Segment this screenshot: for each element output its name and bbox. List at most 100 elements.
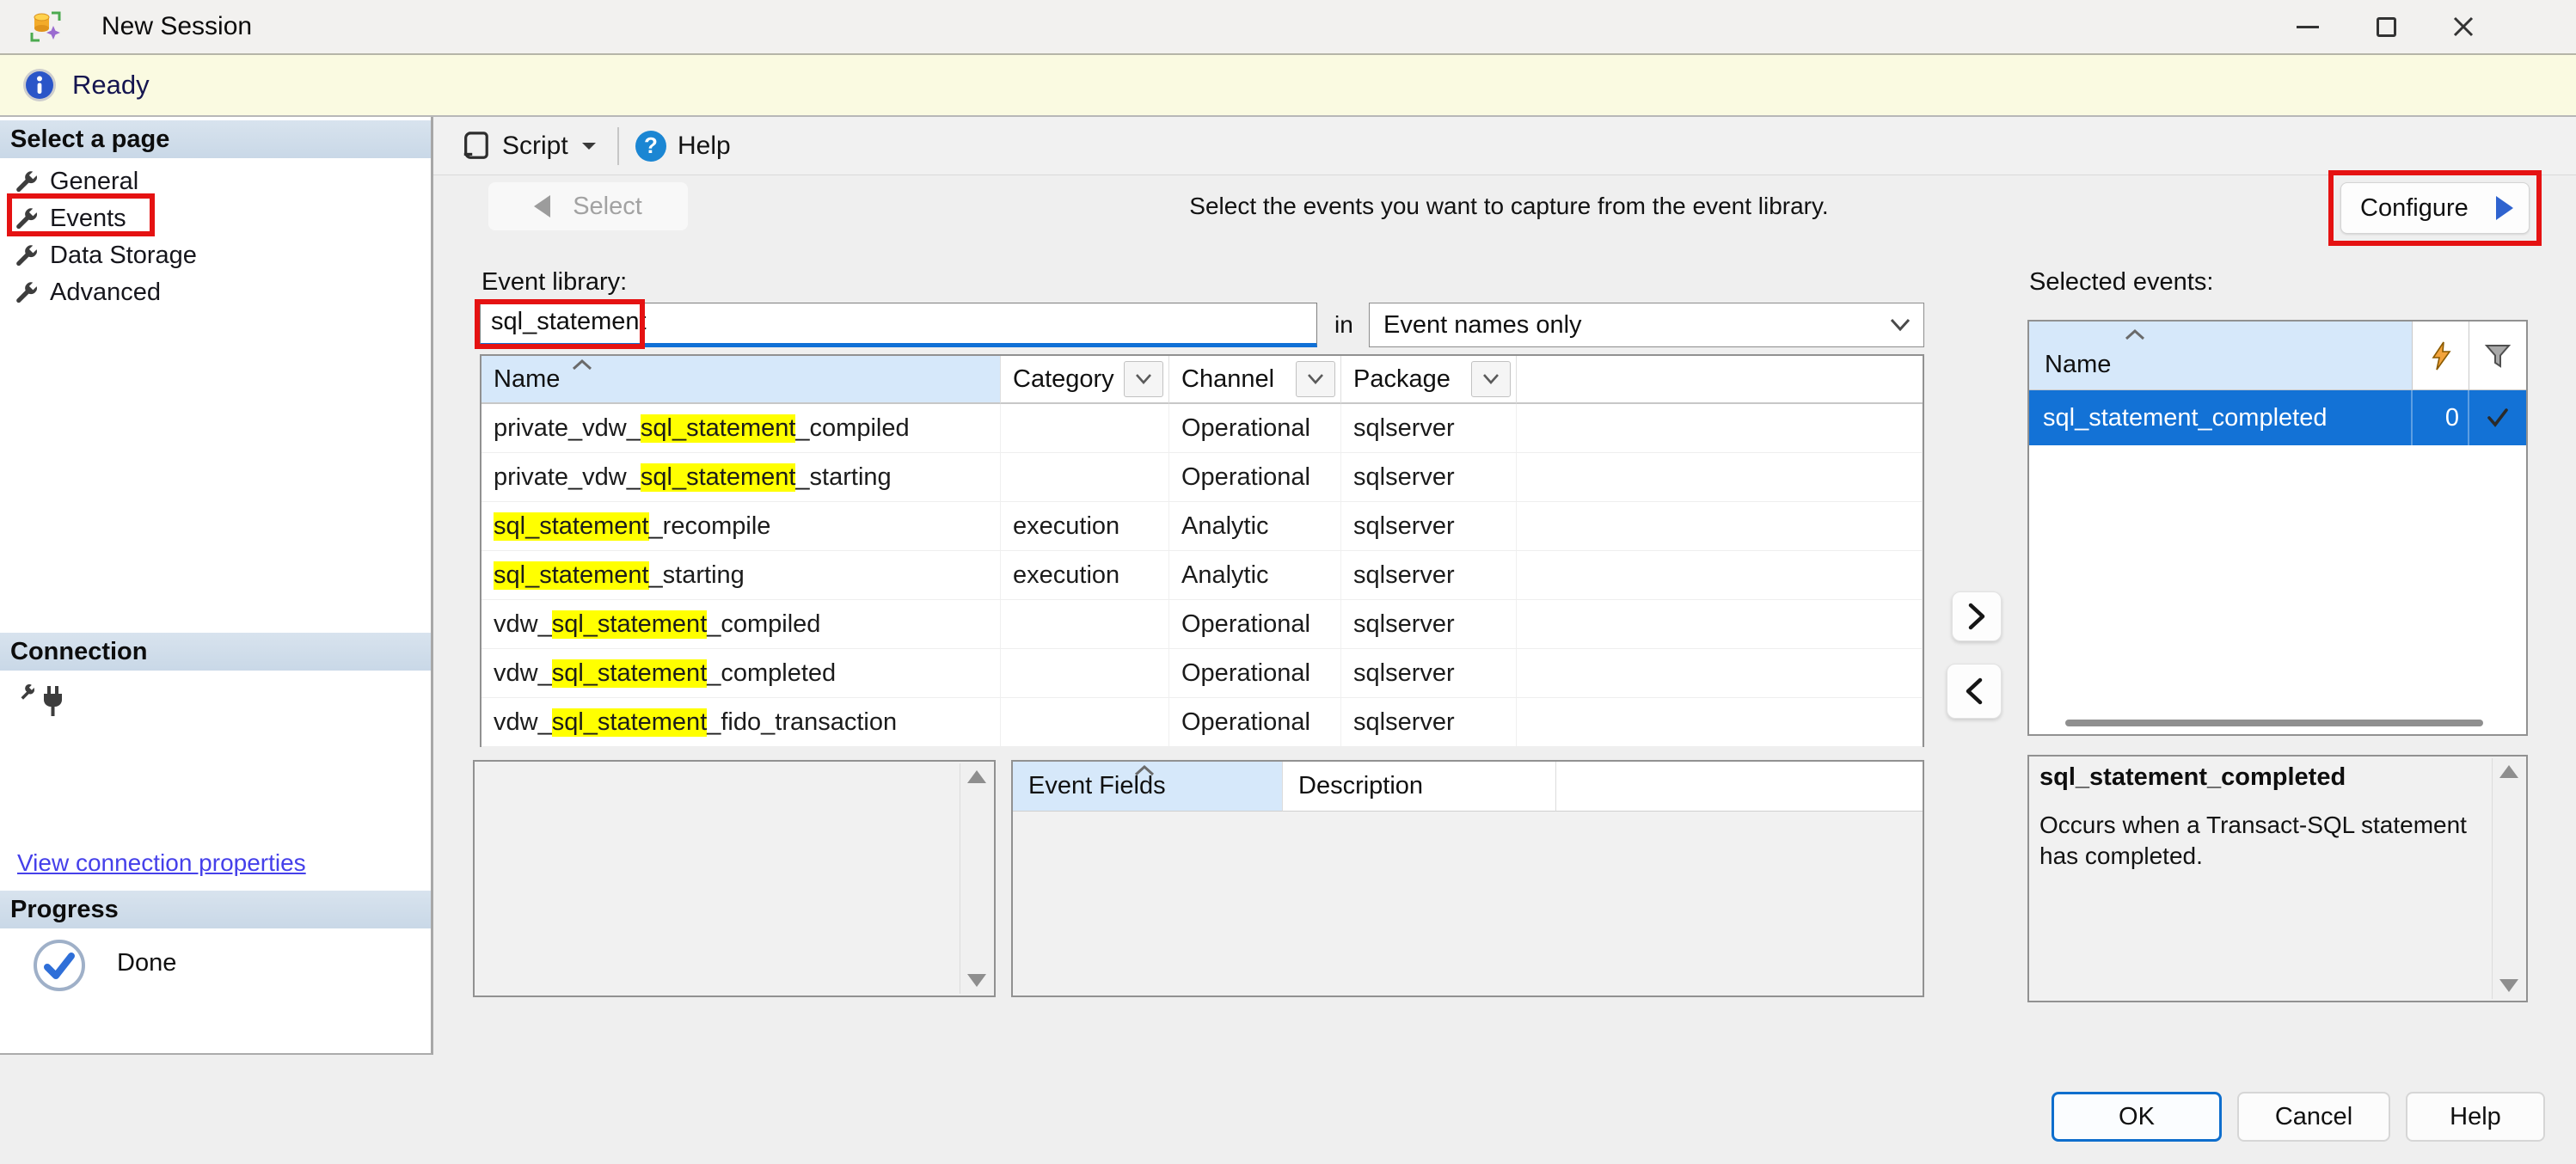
event-name-match: sql_statement (494, 561, 649, 590)
sidebar-item-advanced[interactable]: Advanced (14, 274, 272, 310)
event-name-match: sql_statement (641, 414, 796, 443)
selected-event-filter-cell (2469, 390, 2526, 445)
info-icon (22, 68, 57, 102)
lightning-icon (2430, 341, 2452, 371)
table-row[interactable]: vdw_sql_statement_completed Operational … (481, 649, 1923, 698)
scroll-up-icon[interactable] (967, 770, 986, 783)
configure-button[interactable]: Configure (2340, 182, 2530, 234)
close-icon (2452, 15, 2475, 38)
scroll-up-icon[interactable] (2499, 765, 2518, 778)
sidebar-item-label: Advanced (50, 279, 161, 307)
column-label: Channel (1181, 365, 1274, 394)
event-name-suffix: _compiled (795, 414, 909, 443)
column-header-filler (1556, 762, 1923, 812)
ok-button[interactable]: OK (2052, 1092, 2222, 1142)
library-event-description-panel (473, 760, 996, 997)
channel-cell: Analytic (1169, 502, 1341, 551)
column-header-category[interactable]: Category (1001, 356, 1169, 404)
table-row[interactable]: vdw_sql_statement_compiled Operational s… (481, 600, 1923, 649)
chevron-down-icon (1135, 373, 1152, 385)
check-icon (2486, 407, 2510, 428)
scroll-down-icon[interactable] (2499, 979, 2518, 992)
script-button[interactable]: Script (461, 117, 598, 175)
library-table-header: Name Category Channel Package (481, 356, 1923, 404)
view-connection-properties-link[interactable]: View connection properties (17, 849, 306, 877)
sidebar-item-label: Data Storage (50, 242, 197, 270)
category-cell (1001, 600, 1169, 649)
filler-cell (1517, 698, 1923, 747)
minimize-button[interactable] (2288, 8, 2328, 46)
column-header-event-count[interactable] (2413, 322, 2469, 390)
column-header-channel[interactable]: Channel (1169, 356, 1341, 404)
column-header-package[interactable]: Package (1341, 356, 1517, 404)
connection-header: Connection (0, 633, 431, 671)
cancel-button[interactable]: Cancel (2237, 1092, 2390, 1142)
selected-event-row[interactable]: sql_statement_completed 0 (2029, 390, 2526, 445)
table-row[interactable]: private_vdw_sql_statement_starting Opera… (481, 453, 1923, 502)
help-toolbar-button[interactable]: ? Help (635, 117, 731, 175)
channel-filter-button[interactable] (1296, 361, 1335, 397)
event-library-search-input[interactable] (480, 303, 1317, 347)
window-title: New Session (101, 0, 252, 53)
event-fields-panel: Event Fields Description (1011, 760, 1924, 997)
chevron-left-icon (1963, 677, 1985, 706)
package-cell: sqlserver (1341, 502, 1517, 551)
category-filter-button[interactable] (1124, 361, 1163, 397)
category-cell (1001, 649, 1169, 698)
sidebar-item-general[interactable]: General (14, 163, 272, 199)
remove-event-button[interactable] (1947, 664, 2002, 719)
table-row[interactable]: private_vdw_sql_statement_compiled Opera… (481, 404, 1923, 453)
chevron-down-icon (1889, 317, 1911, 333)
column-label: Package (1353, 365, 1451, 394)
title-bar: New Session (0, 0, 2576, 53)
progress-status: Done (117, 949, 176, 977)
select-page-button[interactable]: Select (488, 182, 688, 230)
close-button[interactable] (2444, 8, 2483, 46)
column-header-description[interactable]: Description (1283, 762, 1556, 812)
channel-cell: Operational (1169, 600, 1341, 649)
horizontal-scrollbar[interactable] (2065, 720, 2483, 726)
scroll-down-icon[interactable] (967, 974, 986, 987)
sidebar-item-events[interactable]: Events (14, 200, 272, 236)
package-cell: sqlserver (1341, 649, 1517, 698)
column-header-event-fields[interactable]: Event Fields (1013, 762, 1283, 812)
add-event-button[interactable] (1952, 591, 2002, 641)
wrench-icon (14, 242, 40, 268)
event-name-suffix: _starting (649, 561, 745, 590)
vertical-scrollbar[interactable] (2492, 758, 2524, 999)
filter-icon (2484, 343, 2512, 369)
help-button[interactable]: Help (2406, 1092, 2545, 1142)
sidebar-item-label: Events (50, 205, 126, 233)
table-row[interactable]: vdw_sql_statement_fido_transaction Opera… (481, 698, 1923, 747)
selected-event-name: sql_statement_completed (2029, 390, 2413, 445)
category-cell: execution (1001, 502, 1169, 551)
sidebar-item-data-storage[interactable]: Data Storage (14, 237, 272, 273)
event-name-suffix: _compiled (707, 610, 820, 639)
done-check-icon (33, 939, 86, 992)
instruction-text: Select the events you want to capture fr… (1126, 182, 1892, 230)
column-header-name[interactable]: Name (2029, 322, 2413, 390)
table-row[interactable]: sql_statement_recompile execution Analyt… (481, 502, 1923, 551)
event-library-label: Event library: (481, 268, 627, 297)
event-name-match: sql_statement (552, 610, 708, 639)
wrench-icon (14, 168, 40, 194)
in-label: in (1334, 311, 1353, 339)
column-label: Description (1298, 772, 1423, 800)
arrow-right-icon (2496, 196, 2513, 220)
chevron-down-icon (1482, 373, 1500, 385)
arrow-left-icon (534, 195, 550, 217)
package-filter-button[interactable] (1471, 361, 1511, 397)
sort-ascending-icon (1133, 764, 1156, 776)
maximize-button[interactable] (2366, 8, 2406, 46)
column-header-filter[interactable] (2469, 322, 2526, 390)
filler-cell (1517, 551, 1923, 600)
category-cell (1001, 453, 1169, 502)
vertical-scrollbar[interactable] (960, 763, 992, 994)
select-a-page-header: Select a page (0, 120, 431, 158)
event-name-suffix: _recompile (649, 512, 771, 541)
table-row[interactable]: sql_statement_starting execution Analyti… (481, 551, 1923, 600)
channel-cell: Operational (1169, 649, 1341, 698)
package-cell: sqlserver (1341, 551, 1517, 600)
search-scope-select[interactable]: Event names only (1369, 303, 1924, 347)
column-header-name[interactable]: Name (481, 356, 1001, 404)
